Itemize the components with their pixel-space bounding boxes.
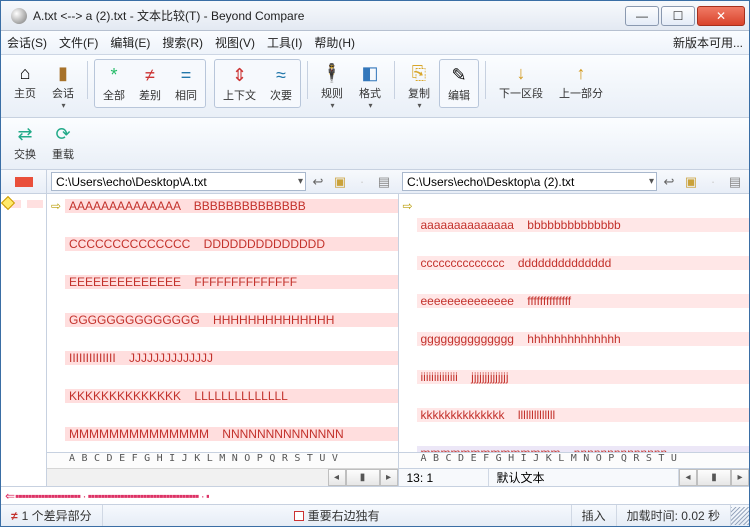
menu-view[interactable]: 视图(V) [215,34,255,51]
menu-help[interactable]: 帮助(H) [314,34,355,51]
arrow-up-icon: ↑ [570,62,592,84]
overview-gutter[interactable] [1,194,47,486]
scroll-thumb-r[interactable]: ▮ [697,469,731,486]
encoding: 默认文本 [489,469,680,486]
menu-edit[interactable]: 编辑(E) [110,34,150,51]
arrow-down-icon: ↓ [510,62,532,84]
scroll-left-button-r[interactable]: ◂ [679,469,697,486]
menu-bar: 会话(S) 文件(F) 编辑(E) 搜索(R) 视图(V) 工具(I) 帮助(H… [1,31,749,55]
status-diff-count: ≠1 个差异部分 [1,505,103,526]
right-pane: ⇨aaaaaaaaaaaaaa bbbbbbbbbbbbbbcccccccccc… [399,194,750,486]
window-title: A.txt <--> a (2).txt - 文本比较(T) - Beyond … [33,7,623,24]
diff-area: ⇨AAAAAAAAAAAAAA BBBBBBBBBBBBBBCCCCCCCCCC… [1,194,749,486]
maximize-button[interactable]: ☐ [661,6,695,26]
swap-button[interactable]: ⇄交换 [7,120,43,165]
close-button[interactable]: ✕ [697,6,745,26]
scroll-right-button-r[interactable]: ▸ [731,469,749,486]
thumbnail-strip[interactable]: ⇐ ▪▪▪▪▪▪▪▪▪▪▪▪▪▪▪▪▪▪▪▪ · ▪▪▪▪▪▪▪▪▪▪▪▪▪▪▪… [1,486,749,504]
show-same-button[interactable]: =相同 [168,61,204,106]
equal-icon: = [175,64,197,86]
copy-button[interactable]: ⎘复制 [401,59,437,113]
resize-grip[interactable] [731,507,749,525]
left-lines[interactable]: ⇨AAAAAAAAAAAAAA BBBBBBBBBBBBBBCCCCCCCCCC… [47,194,398,452]
next-section-button[interactable]: ↓下一区段 [492,59,550,104]
app-icon [11,8,27,24]
menu-file[interactable]: 文件(F) [59,34,98,51]
right-save-button[interactable]: ▤ [725,172,745,191]
status-time: 加载时间: 0.02 秒 [617,505,731,526]
status-bar: ≠1 个差异部分 重要右边独有 插入 加载时间: 0.02 秒 [1,504,749,526]
status-mode: 插入 [572,505,617,526]
context-group: ⇕上下文 ≈次要 [214,59,301,108]
left-browse-button[interactable]: ▣ [330,172,350,191]
right-browse-button[interactable]: ▣ [681,172,701,191]
reload-button[interactable]: ⟳重载 [45,120,81,165]
left-pane: ⇨AAAAAAAAAAAAAA BBBBBBBBBBBBBBCCCCCCCCCC… [47,194,399,486]
session-button[interactable]: ▮会话 [45,59,81,113]
reload-icon: ⟳ [52,123,74,145]
right-history-button[interactable]: ↩ [659,172,679,191]
file-path-bar: C:\Users\echo\Desktop\A.txt▾ ↩ ▣ · ▤ C:\… [1,170,749,194]
minor-button[interactable]: ≈次要 [263,61,299,106]
scroll-thumb[interactable]: ▮ [346,469,380,486]
thumb-arrow-icon: ⇐ [5,489,15,503]
edit-button[interactable]: ✎编辑 [441,61,477,106]
show-all-button[interactable]: *全部 [96,61,132,106]
left-hscroll[interactable]: ◂ ▮ ▸ [47,468,398,486]
prev-section-button[interactable]: ↑上一部分 [552,59,610,104]
menu-session[interactable]: 会话(S) [7,34,47,51]
window-titlebar: A.txt <--> a (2).txt - 文本比较(T) - Beyond … [1,1,749,31]
secondary-toolbar: ⇄交换 ⟳重载 [1,118,749,170]
context-button[interactable]: ⇕上下文 [216,61,263,106]
scroll-left-button[interactable]: ◂ [328,469,346,486]
update-link[interactable]: 新版本可用... [673,34,743,51]
right-ruler: ABCDEFGHIJKLMNOPQRSTU [399,452,750,468]
show-diff-button[interactable]: ≠差别 [132,61,168,106]
cursor-pos: 13: 1 [399,469,489,486]
status-important: 重要右边独有 [103,505,572,526]
thumb-dots: ▪▪▪▪▪▪▪▪▪▪▪▪▪▪▪▪▪▪▪▪ · ▪▪▪▪▪▪▪▪▪▪▪▪▪▪▪▪▪… [15,489,209,503]
minimize-button[interactable]: — [625,6,659,26]
referee-icon: 🕴 [321,62,343,84]
left-save-button[interactable]: ▤ [374,172,394,191]
format-icon: ◧ [359,62,381,84]
copy-icon: ⎘ [408,62,430,84]
overview-header [1,170,47,193]
main-toolbar: ⌂主页 ▮会话 *全部 ≠差别 =相同 ⇕上下文 ≈次要 🕴规则 ◧格式 ⎘复制… [1,55,749,118]
briefcase-icon: ▮ [52,62,74,84]
scroll-right-button[interactable]: ▸ [380,469,398,486]
diff-chip-icon [15,177,33,187]
swap-icon: ⇄ [14,123,36,145]
asterisk-icon: * [103,64,125,86]
rules-button[interactable]: 🕴规则 [314,59,350,113]
left-history-button[interactable]: ↩ [308,172,328,191]
context-icon: ⇕ [229,64,251,86]
menu-tools[interactable]: 工具(I) [267,34,302,51]
right-lines[interactable]: ⇨aaaaaaaaaaaaaa bbbbbbbbbbbbbbcccccccccc… [399,194,750,452]
filter-group: *全部 ≠差别 =相同 [94,59,206,108]
home-button[interactable]: ⌂主页 [7,59,43,104]
right-path-input[interactable]: C:\Users\echo\Desktop\a (2).txt▾ [402,172,657,191]
home-icon: ⌂ [14,62,36,84]
left-path-input[interactable]: C:\Users\echo\Desktop\A.txt▾ [51,172,306,191]
notequal-icon: ≠ [139,64,161,86]
format-button[interactable]: ◧格式 [352,59,388,113]
right-sep: · [703,172,723,191]
left-ruler: ABCDEFGHIJKLMNOPQRSTUV [47,452,398,468]
menu-search[interactable]: 搜索(R) [162,34,203,51]
left-sep: · [352,172,372,191]
right-info-bar: 13: 1 默认文本 ◂ ▮ ▸ [399,468,750,486]
approx-icon: ≈ [270,64,292,86]
pencil-icon: ✎ [448,64,470,86]
